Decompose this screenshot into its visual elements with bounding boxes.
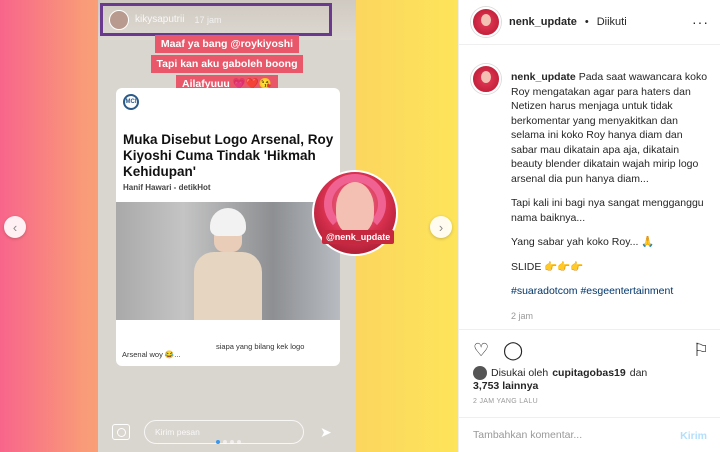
heart-icon[interactable]: ♡ <box>473 340 489 361</box>
post-caption-text: nenk_update Pada saat wawancara koko Roy… <box>511 70 711 328</box>
caption-paragraph: Tapi kali ini bagi nya sangat mengganggu… <box>511 197 704 224</box>
carousel-dot <box>230 440 234 444</box>
more-options-icon[interactable]: ··· <box>692 14 709 30</box>
comment-bar: Kirim <box>459 417 720 452</box>
article-photo <box>116 202 340 320</box>
overlay-face <box>336 182 374 234</box>
article-footer-text: Arsenal woy 😂... <box>122 350 181 359</box>
article-author: Hanif Hawari - detikHot <box>123 183 211 192</box>
overlay-username-tag: @nenk_update <box>322 230 395 244</box>
person-hair <box>210 208 246 236</box>
post-caption-area: nenk_update Pada saat wawancara koko Roy… <box>459 58 720 328</box>
comment-input[interactable] <box>473 429 663 441</box>
caption-paragraph: Pada saat wawancara koko Roy mengatakan … <box>511 71 708 185</box>
prev-glyph: ‹ <box>12 219 18 235</box>
story-avatar <box>109 9 129 30</box>
story-username: kikysaputrii <box>135 14 185 25</box>
chevron-right-icon[interactable]: › <box>430 216 452 238</box>
liked-and: dan <box>629 367 648 379</box>
liked-prefix: Disukai oleh <box>491 367 549 379</box>
liker-username[interactable]: cupitagobas19 <box>552 366 626 380</box>
post-header: nenk_update • Diikuti ··· <box>459 0 720 45</box>
caption-username[interactable]: nenk_update <box>511 71 576 83</box>
story-header-highlight: kikysaputrii 17 jam <box>100 3 332 36</box>
caption-paragraph: Yang sabar yah koko Roy... 🙏 <box>511 236 655 248</box>
post-panel: nenk_update • Diikuti ··· nenk_update Pa… <box>458 0 720 452</box>
liker-avatar[interactable] <box>473 366 487 380</box>
avatar[interactable] <box>471 7 501 37</box>
camera-icon[interactable] <box>112 424 130 440</box>
bookmark-icon[interactable]: ⚐ <box>693 340 709 361</box>
post-actions: ♡ ◯ ⚐ <box>459 329 720 369</box>
carousel-dot <box>216 440 220 444</box>
person-figure <box>194 208 262 320</box>
carousel-dot <box>237 440 241 444</box>
chevron-left-icon[interactable]: ‹ <box>4 216 26 238</box>
article-photo-caption: siapa yang bilang kek logo <box>216 342 305 351</box>
post-timestamp: 2 JAM YANG LALU <box>473 398 538 405</box>
article-title: Muka Disebut Logo Arsenal, Roy Kiyoshi C… <box>123 132 334 179</box>
header-separator: • <box>584 16 589 28</box>
comment-icon[interactable]: ◯ <box>503 340 523 361</box>
likes-count-line: 3,753 lainnya <box>473 380 538 392</box>
story-caption-line: Maaf ya bang @roykiyoshi <box>154 35 300 53</box>
person-body <box>194 252 262 320</box>
likes-count[interactable]: 3,753 lainnya <box>473 380 538 392</box>
carousel-dots <box>216 440 241 444</box>
send-icon[interactable]: ➤ <box>320 424 332 441</box>
next-glyph: › <box>438 219 444 235</box>
article-logo: MCI <box>123 94 139 110</box>
liked-by: Disukai oleh cupitagobas19 dan <box>473 366 647 380</box>
post-comment-button[interactable]: Kirim <box>680 430 707 442</box>
article-card: MCI Muka Disebut Logo Arsenal, Roy Kiyos… <box>116 88 340 366</box>
header-username[interactable]: nenk_update <box>509 16 577 28</box>
caption-paragraph: SLIDE 👉👉👉 <box>511 260 584 273</box>
story-reply-bar: Kirim pesan ➤ <box>98 412 356 452</box>
story-caption: Maaf ya bang @roykiyoshi Tapi kan aku ga… <box>98 34 356 94</box>
caption-hashtags[interactable]: #suaradotcom #esgeentertainment <box>511 284 711 299</box>
caption-time: 2 jam <box>511 310 534 321</box>
media-area: ‹ kikysaputrii 17 jam Maaf ya bang @royk… <box>0 0 458 452</box>
carousel-dot <box>223 440 227 444</box>
follow-status[interactable]: Diikuti <box>597 16 627 28</box>
story-time: 17 jam <box>194 14 222 25</box>
story-caption-line: Tapi kan aku gaboleh boong <box>150 55 304 73</box>
caption-avatar[interactable] <box>471 64 501 94</box>
